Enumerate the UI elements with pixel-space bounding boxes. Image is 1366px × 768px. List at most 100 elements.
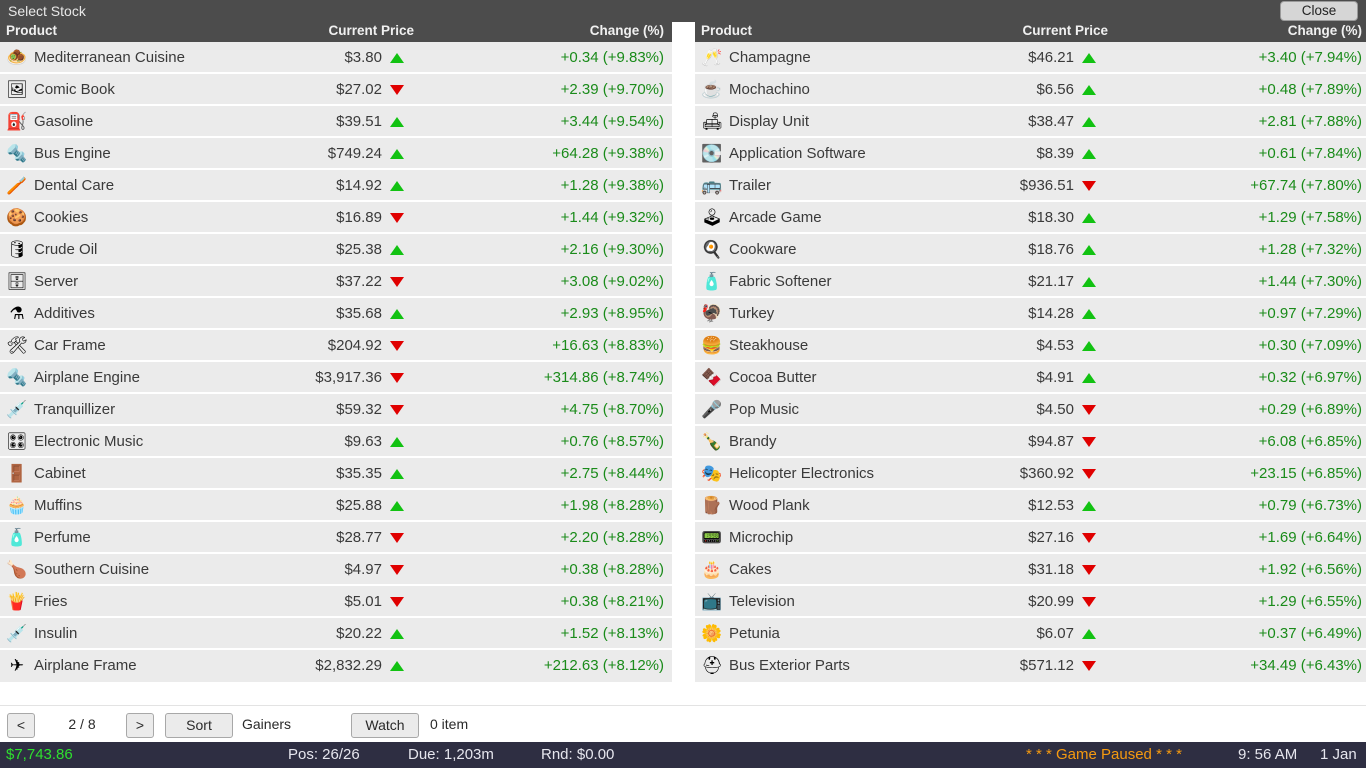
dental-care-icon: 🪥 — [6, 176, 28, 195]
trend-up-icon — [1082, 341, 1096, 352]
application-software-icon: 💽 — [701, 144, 723, 163]
trend-down-icon — [390, 405, 404, 416]
trend-down-icon — [1082, 565, 1096, 576]
stock-row[interactable]: ⛽ Gasoline $39.51 +3.44 (+9.54%) — [0, 106, 672, 138]
cocoa-butter-icon: 🍫 — [701, 368, 723, 387]
stock-current-price: $31.18 — [1028, 561, 1074, 578]
stock-row[interactable]: 🚌 Trailer $936.51 +67.74 (+7.80%) — [695, 170, 1366, 202]
stock-name: Mediterranean Cuisine — [34, 49, 185, 66]
stock-change: +3.44 (+9.54%) — [560, 113, 664, 130]
comic-book-icon: 🖼 — [6, 80, 28, 99]
stock-row[interactable]: 💉 Insulin $20.22 +1.52 (+8.13%) — [0, 618, 672, 650]
stock-current-price: $35.68 — [336, 305, 382, 322]
trend-down-icon — [1082, 661, 1096, 672]
stock-name: Muffins — [34, 497, 83, 514]
trend-up-icon — [1082, 149, 1096, 160]
stock-row[interactable]: 🧴 Fabric Softener $21.17 +1.44 (+7.30%) — [695, 266, 1366, 298]
stock-row[interactable]: 🥂 Champagne $46.21 +3.40 (+7.94%) — [695, 42, 1366, 74]
trend-up-icon — [390, 53, 404, 64]
stock-row[interactable]: 🖼 Comic Book $27.02 +2.39 (+9.70%) — [0, 74, 672, 106]
stock-current-price: $3.80 — [344, 49, 382, 66]
next-page-button[interactable]: > — [126, 713, 154, 738]
stock-change: +3.40 (+7.94%) — [1258, 49, 1362, 66]
stock-row[interactable]: 🔩 Airplane Engine $3,917.36 +314.86 (+8.74%… — [0, 362, 672, 394]
stock-row[interactable]: 🗄 Server $37.22 +3.08 (+9.02%) — [0, 266, 672, 298]
stock-row[interactable]: ⛑ Bus Exterior Parts $571.12 +34.49 (+6.43%… — [695, 650, 1366, 682]
game-status-bar: $7,743.86 Pos: 26/26 Due: 1,203m Rnd: $0… — [0, 742, 1366, 768]
stock-row[interactable]: 🍟 Fries $5.01 +0.38 (+8.21%) — [0, 586, 672, 618]
stock-row[interactable]: 🍫 Cocoa Butter $4.91 +0.32 (+6.97%) — [695, 362, 1366, 394]
stock-row[interactable]: ⚗ Additives $35.68 +2.93 (+8.95%) — [0, 298, 672, 330]
stock-name: Brandy — [729, 433, 777, 450]
stock-row[interactable]: 📺 Television $20.99 +1.29 (+6.55%) — [695, 586, 1366, 618]
stock-current-price: $8.39 — [1036, 145, 1074, 162]
trend-down-icon — [1082, 597, 1096, 608]
stock-current-price: $204.92 — [327, 337, 382, 354]
stock-row[interactable]: 🕹 Arcade Game $18.30 +1.29 (+7.58%) — [695, 202, 1366, 234]
stock-change: +2.93 (+8.95%) — [560, 305, 664, 322]
stock-row[interactable]: 🎛 Electronic Music $9.63 +0.76 (+8.57%) — [0, 426, 672, 458]
trend-up-icon — [390, 629, 404, 640]
stock-row[interactable]: 🎭 Helicopter Electronics $360.92 +23.15 (+6… — [695, 458, 1366, 490]
stock-name: Steakhouse — [729, 337, 809, 354]
stock-row[interactable]: 🚪 Cabinet $35.35 +2.75 (+8.44%) — [0, 458, 672, 490]
stock-row[interactable]: 🎤 Pop Music $4.50 +0.29 (+6.89%) — [695, 394, 1366, 426]
stock-name: Car Frame — [34, 337, 106, 354]
stock-row[interactable]: 🔩 Bus Engine $749.24 +64.28 (+9.38%) — [0, 138, 672, 170]
stock-name: Wood Plank — [729, 497, 810, 514]
close-button[interactable]: Close — [1280, 1, 1358, 21]
trend-down-icon — [390, 341, 404, 352]
stock-current-price: $2,832.29 — [315, 657, 382, 674]
stock-change: +1.28 (+9.38%) — [560, 177, 664, 194]
bottom-toolbar: < 2 / 8 > Sort Gainers Watch 0 item — [0, 705, 1366, 742]
stock-row[interactable]: 🛢 Crude Oil $25.38 +2.16 (+9.30%) — [0, 234, 672, 266]
stock-row[interactable]: 🌼 Petunia $6.07 +0.37 (+6.49%) — [695, 618, 1366, 650]
stock-row[interactable]: 🦃 Turkey $14.28 +0.97 (+7.29%) — [695, 298, 1366, 330]
helicopter-electronics-icon: 🎭 — [701, 464, 723, 483]
column-header-product: Product — [6, 23, 58, 38]
stock-row[interactable]: 🍾 Brandy $94.87 +6.08 (+6.85%) — [695, 426, 1366, 458]
stock-row[interactable]: 🎂 Cakes $31.18 +1.92 (+6.56%) — [695, 554, 1366, 586]
stock-change: +2.16 (+9.30%) — [560, 241, 664, 258]
trailer-icon: 🚌 — [701, 176, 723, 195]
stock-name: Bus Engine — [34, 145, 111, 162]
cookware-icon: 🍳 — [701, 240, 723, 259]
stock-row[interactable]: 🛋 Display Unit $38.47 +2.81 (+7.88%) — [695, 106, 1366, 138]
stock-row[interactable]: 🍳 Cookware $18.76 +1.28 (+7.32%) — [695, 234, 1366, 266]
brandy-icon: 🍾 — [701, 432, 723, 451]
stock-row[interactable]: 🍪 Cookies $16.89 +1.44 (+9.32%) — [0, 202, 672, 234]
stock-current-price: $9.63 — [344, 433, 382, 450]
stock-row[interactable]: 🪵 Wood Plank $12.53 +0.79 (+6.73%) — [695, 490, 1366, 522]
stock-row[interactable]: 🧁 Muffins $25.88 +1.98 (+8.28%) — [0, 490, 672, 522]
stock-change: +1.44 (+7.30%) — [1258, 273, 1362, 290]
southern-cuisine-icon: 🍗 — [6, 560, 28, 579]
tranquillizer-icon: 💉 — [6, 400, 28, 419]
stock-row[interactable]: 💉 Tranquillizer $59.32 +4.75 (+8.70%) — [0, 394, 672, 426]
stock-row[interactable]: ☕ Mochachino $6.56 +0.48 (+7.89%) — [695, 74, 1366, 106]
stock-row[interactable]: 📟 Microchip $27.16 +1.69 (+6.64%) — [695, 522, 1366, 554]
stock-row[interactable]: 🧆 Mediterranean Cuisine $3.80 +0.34 (+9.83%… — [0, 42, 672, 74]
cakes-icon: 🎂 — [701, 560, 723, 579]
sort-button[interactable]: Sort — [165, 713, 233, 738]
stock-change: +67.74 (+7.80%) — [1250, 177, 1362, 194]
stock-row[interactable]: 🍔 Steakhouse $4.53 +0.30 (+7.09%) — [695, 330, 1366, 362]
trend-down-icon — [1082, 181, 1096, 192]
stock-row[interactable]: 🧴 Perfume $28.77 +2.20 (+8.28%) — [0, 522, 672, 554]
stock-current-price: $39.51 — [336, 113, 382, 130]
perfume-icon: 🧴 — [6, 528, 28, 547]
stock-row[interactable]: 🛠 Car Frame $204.92 +16.63 (+8.83%) — [0, 330, 672, 362]
stock-row[interactable]: 🪥 Dental Care $14.92 +1.28 (+9.38%) — [0, 170, 672, 202]
stock-current-price: $25.38 — [336, 241, 382, 258]
trend-up-icon — [1082, 277, 1096, 288]
champagne-icon: 🥂 — [701, 48, 723, 67]
stock-change: +0.32 (+6.97%) — [1258, 369, 1362, 386]
stock-change: +1.44 (+9.32%) — [560, 209, 664, 226]
stock-name: Arcade Game — [729, 209, 822, 226]
watch-button[interactable]: Watch — [351, 713, 419, 738]
stock-row[interactable]: 🍗 Southern Cuisine $4.97 +0.38 (+8.28%) — [0, 554, 672, 586]
previous-page-button[interactable]: < — [7, 713, 35, 738]
stock-row[interactable]: ✈ Airplane Frame $2,832.29 +212.63 (+8.12%) — [0, 650, 672, 682]
stock-row[interactable]: 💽 Application Software $8.39 +0.61 (+7.84%) — [695, 138, 1366, 170]
stock-change: +212.63 (+8.12%) — [543, 657, 664, 674]
stock-change: +6.08 (+6.85%) — [1258, 433, 1362, 450]
